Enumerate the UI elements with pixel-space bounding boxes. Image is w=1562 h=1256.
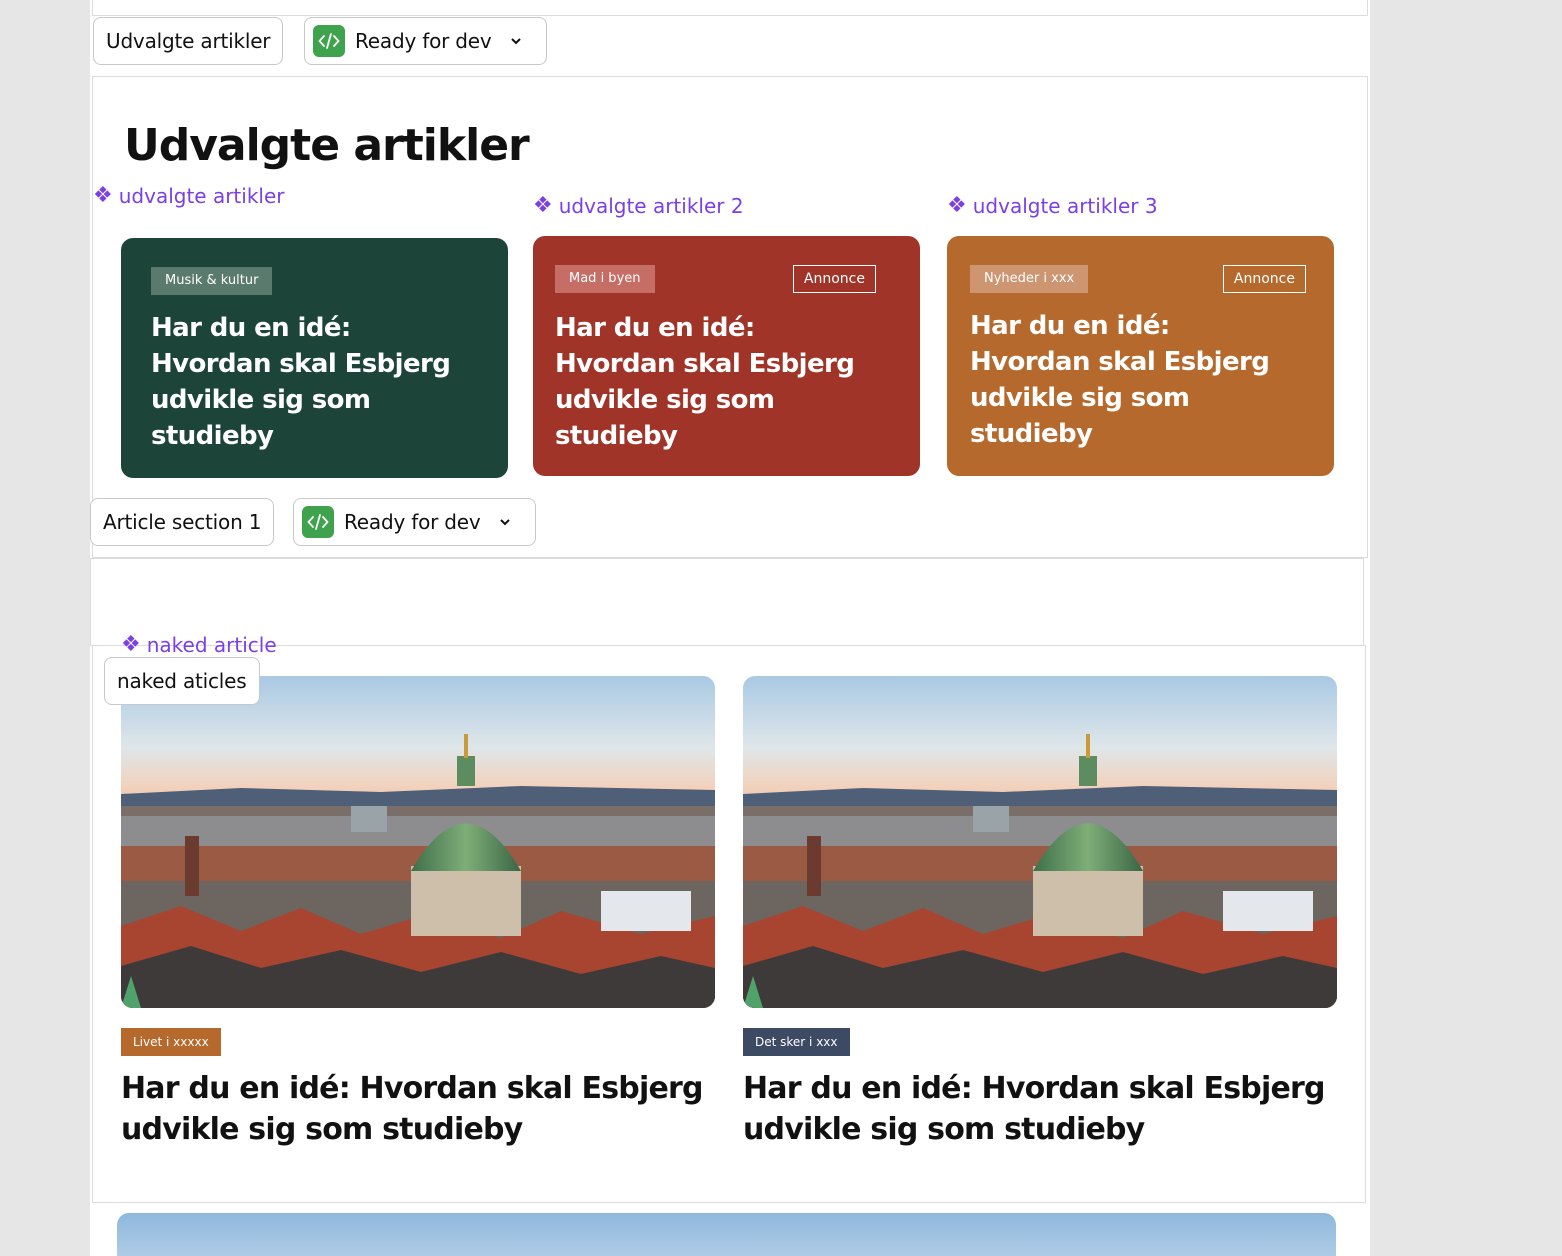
chevron-down-icon — [499, 518, 511, 526]
component-label-text: naked article — [146, 633, 277, 657]
chevron-down-icon — [510, 37, 522, 45]
top-frame-outline — [92, 0, 1368, 16]
frame-name-label[interactable]: Article section 1 — [90, 498, 275, 546]
article-image[interactable] — [121, 676, 715, 1008]
status-dropdown[interactable]: Ready for dev — [293, 498, 536, 546]
status-label: Ready for dev — [355, 29, 492, 53]
component-label[interactable]: ❖ udvalgte artikler 3 — [947, 194, 1158, 218]
component-label[interactable]: ❖ udvalgte artikler 2 — [533, 194, 744, 218]
card-title[interactable]: Har du en idé: Hvordan skal Esbjerg udvi… — [970, 308, 1290, 452]
component-icon: ❖ — [121, 632, 141, 657]
code-icon — [313, 25, 345, 57]
featured-card[interactable]: Musik & kultur Har du en idé: Hvordan sk… — [121, 238, 508, 478]
category-tag[interactable]: Musik & kultur — [151, 267, 273, 295]
frame-name-text: Udvalgte artikler — [106, 29, 271, 53]
code-icon — [302, 506, 334, 538]
card-title[interactable]: Har du en idé: Hvordan skal Esbjerg udvi… — [151, 310, 471, 454]
frame-name-label[interactable]: naked aticles — [104, 657, 260, 705]
status-label: Ready for dev — [344, 510, 481, 534]
article-section-frame — [90, 558, 1364, 646]
card-header: Mad i byen Annonce — [555, 264, 892, 294]
frame-name-label[interactable]: Udvalgte artikler — [93, 17, 284, 65]
component-label-text: udvalgte artikler 2 — [558, 194, 744, 218]
frame-name-text: naked aticles — [117, 669, 247, 693]
card-header: Nyheder i xxx Annonce — [970, 264, 1306, 294]
component-icon: ❖ — [533, 193, 553, 218]
card-title[interactable]: Har du en idé: Hvordan skal Esbjerg udvi… — [555, 310, 875, 454]
section-title: Udvalgte artikler — [124, 120, 530, 171]
category-tag[interactable]: Det sker i xxx — [743, 1028, 850, 1056]
next-article-image[interactable] — [117, 1213, 1336, 1256]
component-label[interactable]: ❖ udvalgte artikler — [93, 184, 285, 208]
category-tag[interactable]: Nyheder i xxx — [970, 265, 1089, 293]
article-title[interactable]: Har du en idé: Hvordan skal Esbjerg udvi… — [121, 1068, 721, 1150]
category-tag[interactable]: Mad i byen — [555, 265, 655, 293]
featured-card[interactable]: Mad i byen Annonce Har du en idé: Hvorda… — [533, 236, 920, 476]
article-image[interactable] — [743, 676, 1337, 1008]
component-icon: ❖ — [93, 183, 113, 208]
component-icon: ❖ — [947, 193, 967, 218]
ad-badge: Annonce — [792, 265, 876, 293]
article-title[interactable]: Har du en idé: Hvordan skal Esbjerg udvi… — [743, 1068, 1343, 1150]
component-label-text: udvalgte artikler 3 — [972, 194, 1158, 218]
component-label[interactable]: ❖ naked article — [121, 633, 277, 657]
frame-name-text: Article section 1 — [103, 510, 262, 534]
status-dropdown[interactable]: Ready for dev — [304, 17, 547, 65]
ad-badge: Annonce — [1222, 265, 1306, 293]
featured-card[interactable]: Nyheder i xxx Annonce Har du en idé: Hvo… — [947, 236, 1334, 476]
component-label-text: udvalgte artikler — [118, 184, 285, 208]
category-tag[interactable]: Livet i xxxxx — [121, 1028, 221, 1056]
card-header: Musik & kultur — [151, 266, 480, 296]
